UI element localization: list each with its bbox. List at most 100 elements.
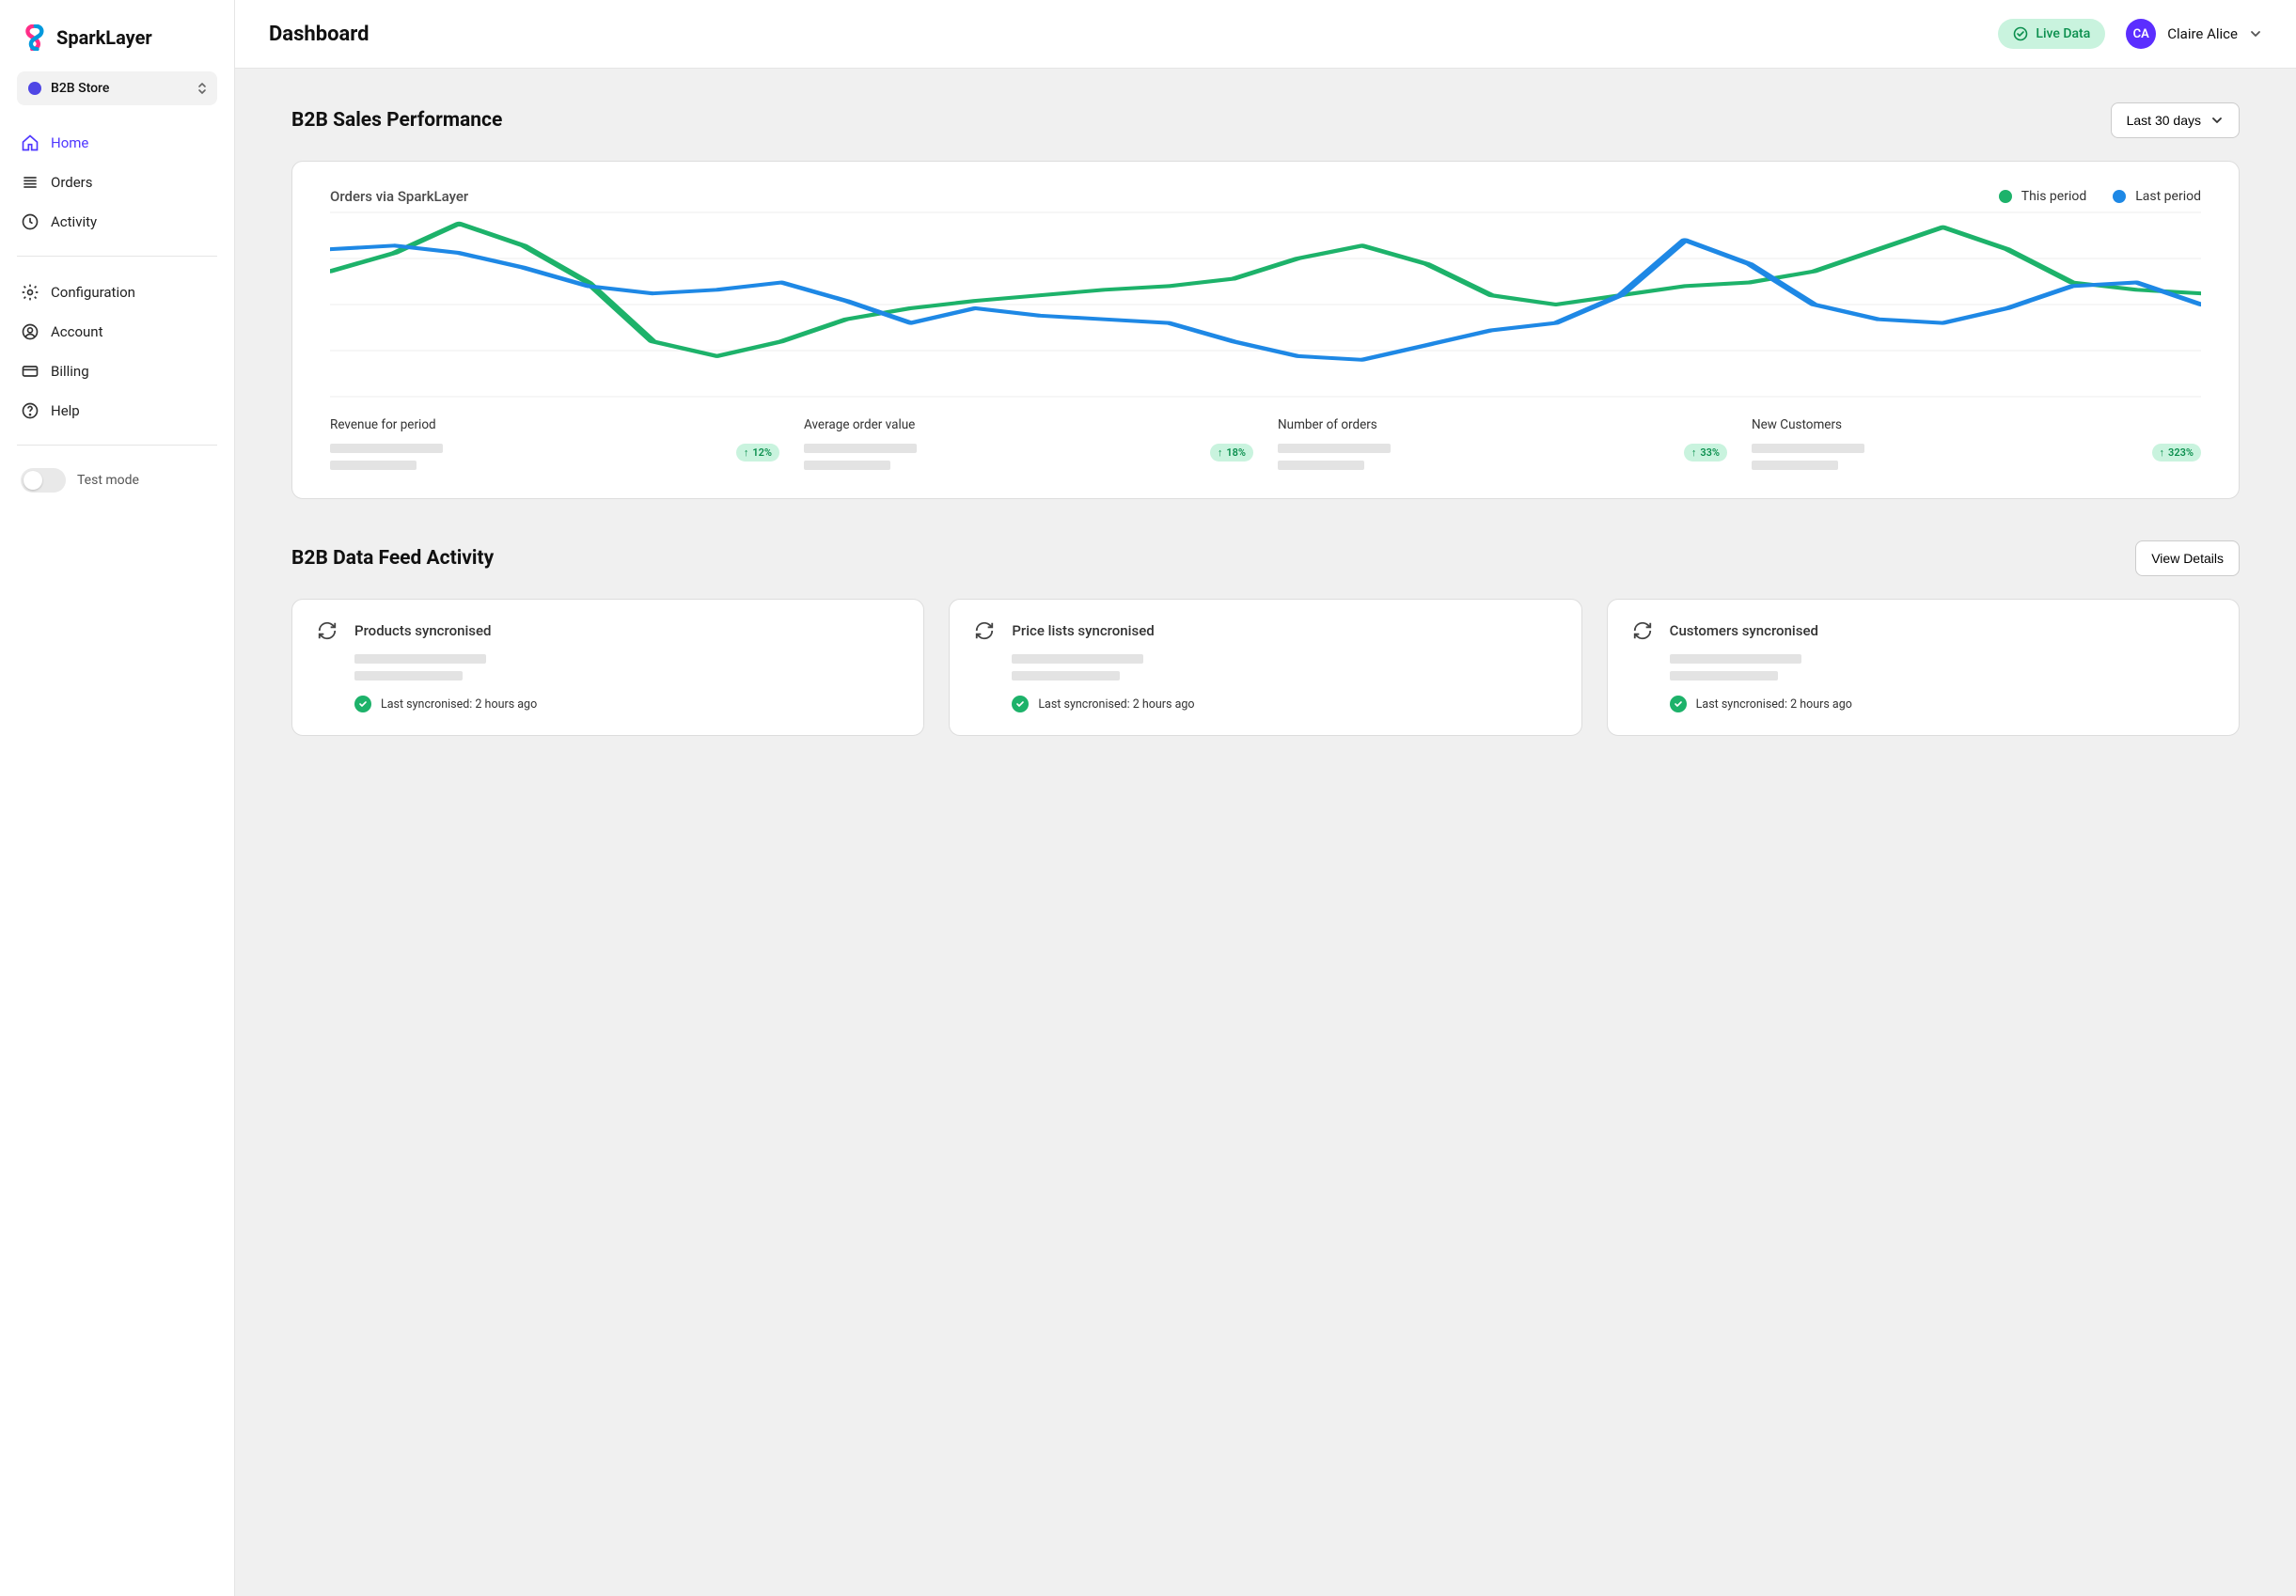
store-label: B2B Store <box>51 81 109 96</box>
logo: SparkLayer <box>17 17 217 68</box>
skeleton <box>1752 444 1864 453</box>
topbar: Dashboard Live Data CA Claire Alice <box>235 0 2296 69</box>
stat-label: Number of orders <box>1278 417 1727 432</box>
nav-item-configuration[interactable]: Configuration <box>17 274 217 311</box>
stat-delta: ↑18% <box>1210 444 1253 462</box>
arrow-up-icon: ↑ <box>1218 446 1223 459</box>
nav-item-account[interactable]: Account <box>17 313 217 351</box>
stat-label: Revenue for period <box>330 417 779 432</box>
skeleton <box>1012 671 1120 681</box>
clock-icon <box>21 212 39 231</box>
feed-card-customers: Customers syncronised Last syncronised: … <box>1607 599 2240 736</box>
skeleton <box>804 461 890 470</box>
nav-label: Billing <box>51 363 89 380</box>
check-circle-icon <box>1012 696 1029 712</box>
user-name: Claire Alice <box>2167 25 2238 42</box>
view-details-button[interactable]: View Details <box>2135 540 2240 576</box>
stat-revenue: Revenue for period ↑12% <box>330 417 779 470</box>
skeleton <box>354 654 486 664</box>
legend-swatch-icon <box>1999 190 2012 203</box>
live-data-label: Live Data <box>2036 26 2090 41</box>
account-icon <box>21 322 39 341</box>
store-selector[interactable]: B2B Store <box>17 71 217 105</box>
feed-card-title: Customers syncronised <box>1670 622 1818 639</box>
legend-last-period: Last period <box>2113 189 2201 204</box>
feed-card-title: Products syncronised <box>354 622 492 639</box>
live-data-badge: Live Data <box>1998 19 2105 49</box>
primary-nav: Home Orders Activity <box>17 124 217 241</box>
test-mode-row: Test mode <box>17 461 217 500</box>
nav-item-activity[interactable]: Activity <box>17 203 217 241</box>
chevron-down-icon <box>2249 27 2262 40</box>
logo-icon <box>21 24 47 51</box>
legend-label: Last period <box>2135 189 2201 204</box>
nav-label: Orders <box>51 174 93 191</box>
feed-cards: Products syncronised Last syncronised: 2… <box>291 599 2240 736</box>
chart-legend: This period Last period <box>1999 189 2201 204</box>
help-icon <box>21 401 39 420</box>
check-circle-icon <box>2013 26 2028 41</box>
nav-item-orders[interactable]: Orders <box>17 164 217 201</box>
stats-row: Revenue for period ↑12% Average order va… <box>330 417 2201 470</box>
logo-text: SparkLayer <box>56 26 152 49</box>
stat-delta: ↑323% <box>2152 444 2201 462</box>
skeleton <box>804 444 917 453</box>
legend-label: This period <box>2021 189 2086 204</box>
nav-item-billing[interactable]: Billing <box>17 352 217 390</box>
main: Dashboard Live Data CA Claire Alice B2B … <box>235 0 2296 1596</box>
stat-new-customers: New Customers ↑323% <box>1752 417 2201 470</box>
nav-label: Help <box>51 402 80 419</box>
arrow-up-icon: ↑ <box>2160 446 2165 459</box>
nav-item-home[interactable]: Home <box>17 124 217 162</box>
view-details-label: View Details <box>2151 551 2224 566</box>
test-mode-toggle[interactable] <box>21 468 66 493</box>
feed-section-title: B2B Data Feed Activity <box>291 547 494 570</box>
avatar: CA <box>2126 19 2156 49</box>
stat-label: Average order value <box>804 417 1253 432</box>
nav-item-help[interactable]: Help <box>17 392 217 430</box>
store-dot-icon <box>28 82 41 95</box>
check-circle-icon <box>354 696 371 712</box>
nav-label: Account <box>51 323 103 340</box>
arrow-up-icon: ↑ <box>744 446 749 459</box>
test-mode-label: Test mode <box>77 473 139 488</box>
feed-card-pricelists: Price lists syncronised Last syncronised… <box>949 599 1581 736</box>
stat-delta: ↑33% <box>1684 444 1727 462</box>
sync-icon <box>317 620 338 641</box>
nav-label: Activity <box>51 213 97 230</box>
feed-card-products: Products syncronised Last syncronised: 2… <box>291 599 924 736</box>
sync-text: Last syncronised: 2 hours ago <box>381 697 537 712</box>
stat-aov: Average order value ↑18% <box>804 417 1253 470</box>
chart-title: Orders via SparkLayer <box>330 188 468 205</box>
sync-text: Last syncronised: 2 hours ago <box>1038 697 1194 712</box>
skeleton <box>1012 654 1143 664</box>
user-menu[interactable]: CA Claire Alice <box>2126 19 2262 49</box>
feed-card-title: Price lists syncronised <box>1012 622 1154 639</box>
sales-chart-card: Orders via SparkLayer This period Last p… <box>291 161 2240 499</box>
nav-label: Home <box>51 134 88 151</box>
date-range-label: Last 30 days <box>2127 113 2201 128</box>
skeleton <box>1278 444 1391 453</box>
check-circle-icon <box>1670 696 1687 712</box>
skeleton <box>1670 671 1778 681</box>
stat-label: New Customers <box>1752 417 2201 432</box>
skeleton <box>330 461 417 470</box>
skeleton <box>1752 461 1838 470</box>
date-range-button[interactable]: Last 30 days <box>2111 102 2240 138</box>
sync-icon <box>1632 620 1653 641</box>
card-icon <box>21 362 39 381</box>
home-icon <box>21 133 39 152</box>
secondary-nav: Configuration Account Billing Help <box>17 274 217 430</box>
sales-section-title: B2B Sales Performance <box>291 109 502 132</box>
page-title: Dashboard <box>269 23 370 46</box>
sync-icon <box>974 620 995 641</box>
arrow-up-icon: ↑ <box>1691 446 1697 459</box>
chart-plot <box>330 211 2201 399</box>
legend-this-period: This period <box>1999 189 2086 204</box>
chevron-down-icon <box>2210 114 2224 127</box>
sidebar: SparkLayer B2B Store Home Orders <box>0 0 235 1596</box>
skeleton <box>1278 461 1364 470</box>
chevron-up-down-icon <box>197 81 208 96</box>
stat-delta: ↑12% <box>736 444 779 462</box>
gear-icon <box>21 283 39 302</box>
